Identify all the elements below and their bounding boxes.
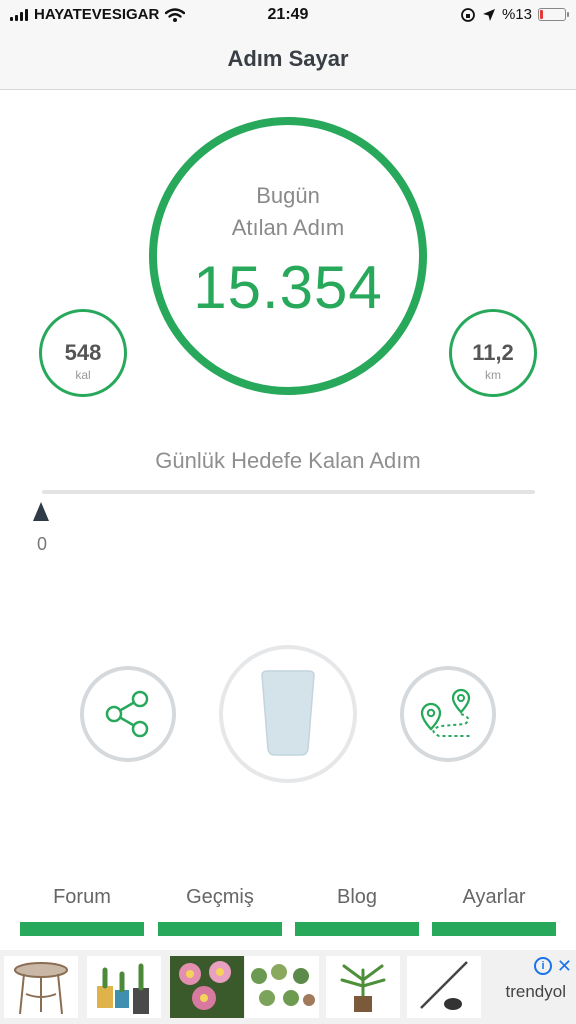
steps-taken-label: Atılan Adım [231,215,345,240]
calories-unit: kal [75,368,91,382]
tab-history[interactable]: Geçmiş [158,884,282,936]
navigation-bar: Adım Sayar [0,32,576,90]
ad-brand-name[interactable]: trendyol [506,982,566,1002]
share-icon [105,690,149,738]
route-map-button[interactable] [400,666,496,762]
tab-indicator [295,922,419,936]
status-right: %13 [460,6,569,23]
route-map-icon [420,688,471,737]
flower-image [170,956,244,1018]
goal-progress-marker [33,502,49,521]
orientation-lock-icon [461,7,475,22]
ad-product-pen[interactable] [407,956,481,1018]
ad-banner[interactable]: i ✕ trendyol [0,950,576,1024]
goal-remaining-value: 0 [37,534,48,554]
succulents-image [251,964,315,1006]
tab-label: Blog [336,886,378,908]
tab-settings[interactable]: Ayarlar [432,884,556,936]
page-title: Adım Sayar [227,46,349,71]
goal-remaining-label: Günlük Hedefe Kalan Adım [155,448,421,473]
tab-label: Geçmiş [186,886,254,908]
tab-indicator [20,922,144,936]
table-image [14,962,68,1015]
battery-percent: %13 [501,6,532,23]
share-button[interactable] [80,666,176,762]
status-bar: HAYATEVESIGAR 21:49 %13 [0,0,576,32]
tab-label: Forum [53,886,111,908]
bottom-tab-bar: Forum Geçmiş Blog Ayarlar [0,884,576,936]
water-tracker-button[interactable] [219,645,357,783]
ad-product-succulents[interactable] [245,956,319,1018]
ad-product-palm[interactable] [326,956,400,1018]
calories-circle: 548 kal [39,309,127,397]
tab-indicator [432,922,556,936]
ad-product-cactus[interactable] [87,956,161,1018]
ad-close-icon[interactable]: ✕ [557,956,572,977]
step-count: 15.354 [193,254,383,321]
tab-indicator [158,922,282,936]
ad-product-flowers[interactable] [170,956,244,1018]
ad-product-table[interactable] [4,956,78,1018]
ad-info-icon[interactable]: i [534,957,552,975]
pen-image [420,961,468,1010]
calories-value: 548 [64,340,102,365]
battery-icon [538,8,569,21]
distance-unit: km [485,368,501,382]
tab-forum[interactable]: Forum [20,884,144,936]
cactus-pots-image [97,963,149,1014]
goal-progress-track [42,490,535,494]
tab-label: Ayarlar [462,886,526,908]
water-glass-icon [261,670,315,756]
distance-value: 11,2 [472,340,514,365]
today-steps-circle: Bugün Atılan Adım 15.354 [149,117,427,395]
distance-circle: 11,2 km [449,309,537,397]
tab-blog[interactable]: Blog [295,884,419,936]
location-arrow-icon [482,8,495,21]
today-label: Bugün [256,183,320,208]
palm-plant-image [340,964,386,1012]
